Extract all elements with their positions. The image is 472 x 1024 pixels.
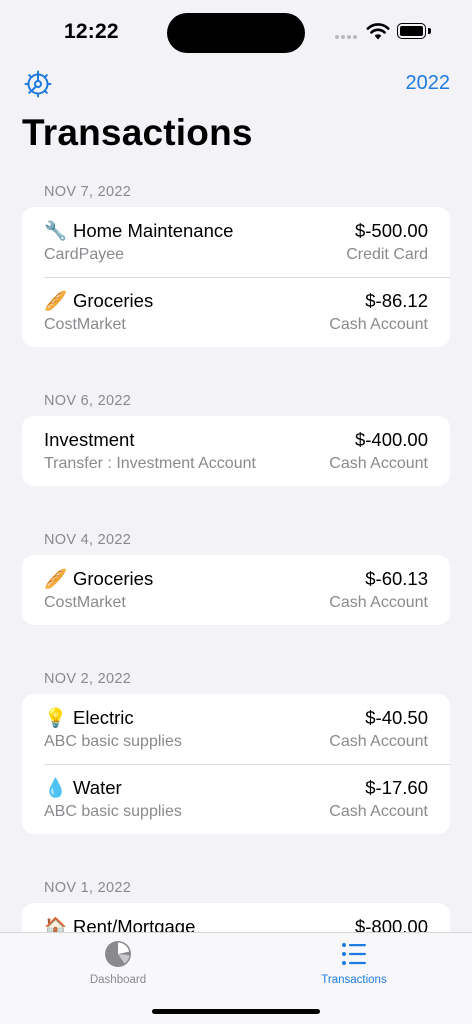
transaction-amount: $-86.12 xyxy=(365,290,428,311)
transaction-account: Cash Account xyxy=(329,803,428,820)
transaction-title-text: Groceries xyxy=(73,290,154,311)
transaction-account: Cash Account xyxy=(329,455,428,472)
page-title: Transactions xyxy=(22,112,253,153)
category-emoji-icon: 🔧 xyxy=(44,220,68,241)
tab-transactions[interactable]: Transactions xyxy=(294,939,414,986)
transaction-amount: $-40.50 xyxy=(365,707,428,728)
transaction-row[interactable]: 🔧 Home Maintenance CardPayee $-500.00 Credit… xyxy=(22,207,450,277)
battery-cap xyxy=(428,28,431,34)
tab-dashboard[interactable]: Dashboard xyxy=(58,939,178,986)
list-icon xyxy=(342,943,366,965)
section-date-header: NOV 2, 2022 xyxy=(44,671,132,687)
transaction-section: NOV 1, 2022🏠Rent/MortgageTransfer : Mort… xyxy=(22,868,450,932)
section-date-header: NOV 6, 2022 xyxy=(44,393,132,409)
transaction-section: NOV 7, 2022 🔧 Home Maintenance CardPayee $-5… xyxy=(22,172,450,347)
transaction-title-text: Rent/Mortgage xyxy=(73,916,196,932)
transaction-row[interactable]: 💡 Electric ABC basic supplies $-40.50 Cash A… xyxy=(22,694,450,764)
transactions-list[interactable]: NOV 7, 2022 🔧 Home Maintenance CardPayee $-5… xyxy=(22,172,450,932)
status-time: 12:22 xyxy=(64,20,119,43)
transaction-amount: $-500.00 xyxy=(354,220,428,241)
transaction-card: 💡 Electric ABC basic supplies $-40.50 Cash A… xyxy=(22,694,450,834)
section-date-header: NOV 4, 2022 xyxy=(44,532,132,548)
transaction-section: NOV 4, 2022 🥖 Groceries CostMarket $-60.13 Ca… xyxy=(22,520,450,625)
dynamic-island xyxy=(167,13,305,53)
transaction-title-text: Investment xyxy=(44,429,135,450)
transaction-title-text: Electric xyxy=(73,707,134,728)
transaction-card: 🥖 Groceries CostMarket $-60.13 Cash Account xyxy=(22,555,450,625)
settings-gear-icon[interactable] xyxy=(23,69,53,99)
home-indicator xyxy=(152,1009,320,1014)
tab-dashboard-label: Dashboard xyxy=(89,974,147,986)
transaction-title-text: Home Maintenance xyxy=(73,220,234,241)
transaction-amount: $-17.60 xyxy=(365,777,428,798)
screen: 12:22 2022 Transactions NOV 7, 2022 🔧 Home… xyxy=(0,0,472,1024)
category-emoji-icon: 🏠 xyxy=(44,916,68,932)
section-date-header: NOV 7, 2022 xyxy=(44,184,132,200)
transaction-title: 💡 Electric xyxy=(44,707,134,729)
transaction-title: 🏠 Rent/Mortgage xyxy=(44,916,195,932)
tab-transactions-label: Transactions xyxy=(321,974,387,986)
transaction-account: Cash Account xyxy=(329,594,428,611)
status-bar: 12:22 xyxy=(0,0,472,62)
transaction-card: 🔧 Home Maintenance CardPayee $-500.00 Credit… xyxy=(22,207,450,347)
transaction-row[interactable]: 🥖 Groceries CostMarket $-60.13 Cash Account xyxy=(22,555,450,625)
transaction-payee: Transfer : Investment Account xyxy=(44,455,256,472)
transaction-payee: CardPayee xyxy=(44,246,125,263)
transaction-amount: $-800.00 xyxy=(354,916,428,932)
transaction-title-text: Water xyxy=(73,777,122,798)
transaction-title: 🥖 Groceries xyxy=(44,568,153,590)
transaction-account: Credit Card xyxy=(346,246,428,263)
category-emoji-icon: 🥖 xyxy=(44,568,68,589)
section-date-header: NOV 1, 2022 xyxy=(44,880,132,896)
transaction-amount: $-60.13 xyxy=(365,568,428,589)
transaction-account: Cash Account xyxy=(329,316,428,333)
transaction-title-text: Groceries xyxy=(73,568,154,589)
year-button[interactable]: 2022 xyxy=(406,72,451,95)
transaction-payee: ABC basic supplies xyxy=(44,803,182,820)
transaction-title: 🥖 Groceries xyxy=(44,290,153,312)
transaction-row[interactable]: 💧 Water ABC basic supplies $-17.60 Cash Acco… xyxy=(22,764,450,834)
transaction-card: Investment Transfer : Investment Account $… xyxy=(22,416,450,486)
category-emoji-icon: 💧 xyxy=(44,777,68,798)
pie-chart-icon xyxy=(105,941,131,967)
transaction-section: NOV 6, 2022 Investment Transfer : Investme… xyxy=(22,381,450,486)
category-emoji-icon: 💡 xyxy=(44,707,68,728)
transaction-row[interactable]: Investment Transfer : Investment Account $… xyxy=(22,416,450,486)
transaction-payee: CostMarket xyxy=(44,594,126,611)
transaction-title: 🔧 Home Maintenance xyxy=(44,220,233,242)
battery-icon xyxy=(397,23,426,39)
category-emoji-icon: 🥖 xyxy=(44,290,68,311)
transaction-payee: ABC basic supplies xyxy=(44,733,182,750)
wifi-icon xyxy=(366,23,390,40)
transaction-account: Cash Account xyxy=(329,733,428,750)
cellular-signal-icon xyxy=(335,35,357,39)
transaction-title: Investment xyxy=(44,429,135,451)
transaction-section: NOV 2, 2022 💡 Electric ABC basic supplies $-… xyxy=(22,659,450,834)
transaction-card: 🏠Rent/MortgageTransfer : Mortage$-800.00… xyxy=(22,903,450,932)
transaction-row[interactable]: 🏠Rent/MortgageTransfer : Mortage$-800.00… xyxy=(22,903,450,932)
transaction-row[interactable]: 🥖 Groceries CostMarket $-86.12 Cash Account xyxy=(22,277,450,347)
transaction-amount: $-400.00 xyxy=(354,429,428,450)
transaction-payee: CostMarket xyxy=(44,316,126,333)
transaction-title: 💧 Water xyxy=(44,777,122,799)
